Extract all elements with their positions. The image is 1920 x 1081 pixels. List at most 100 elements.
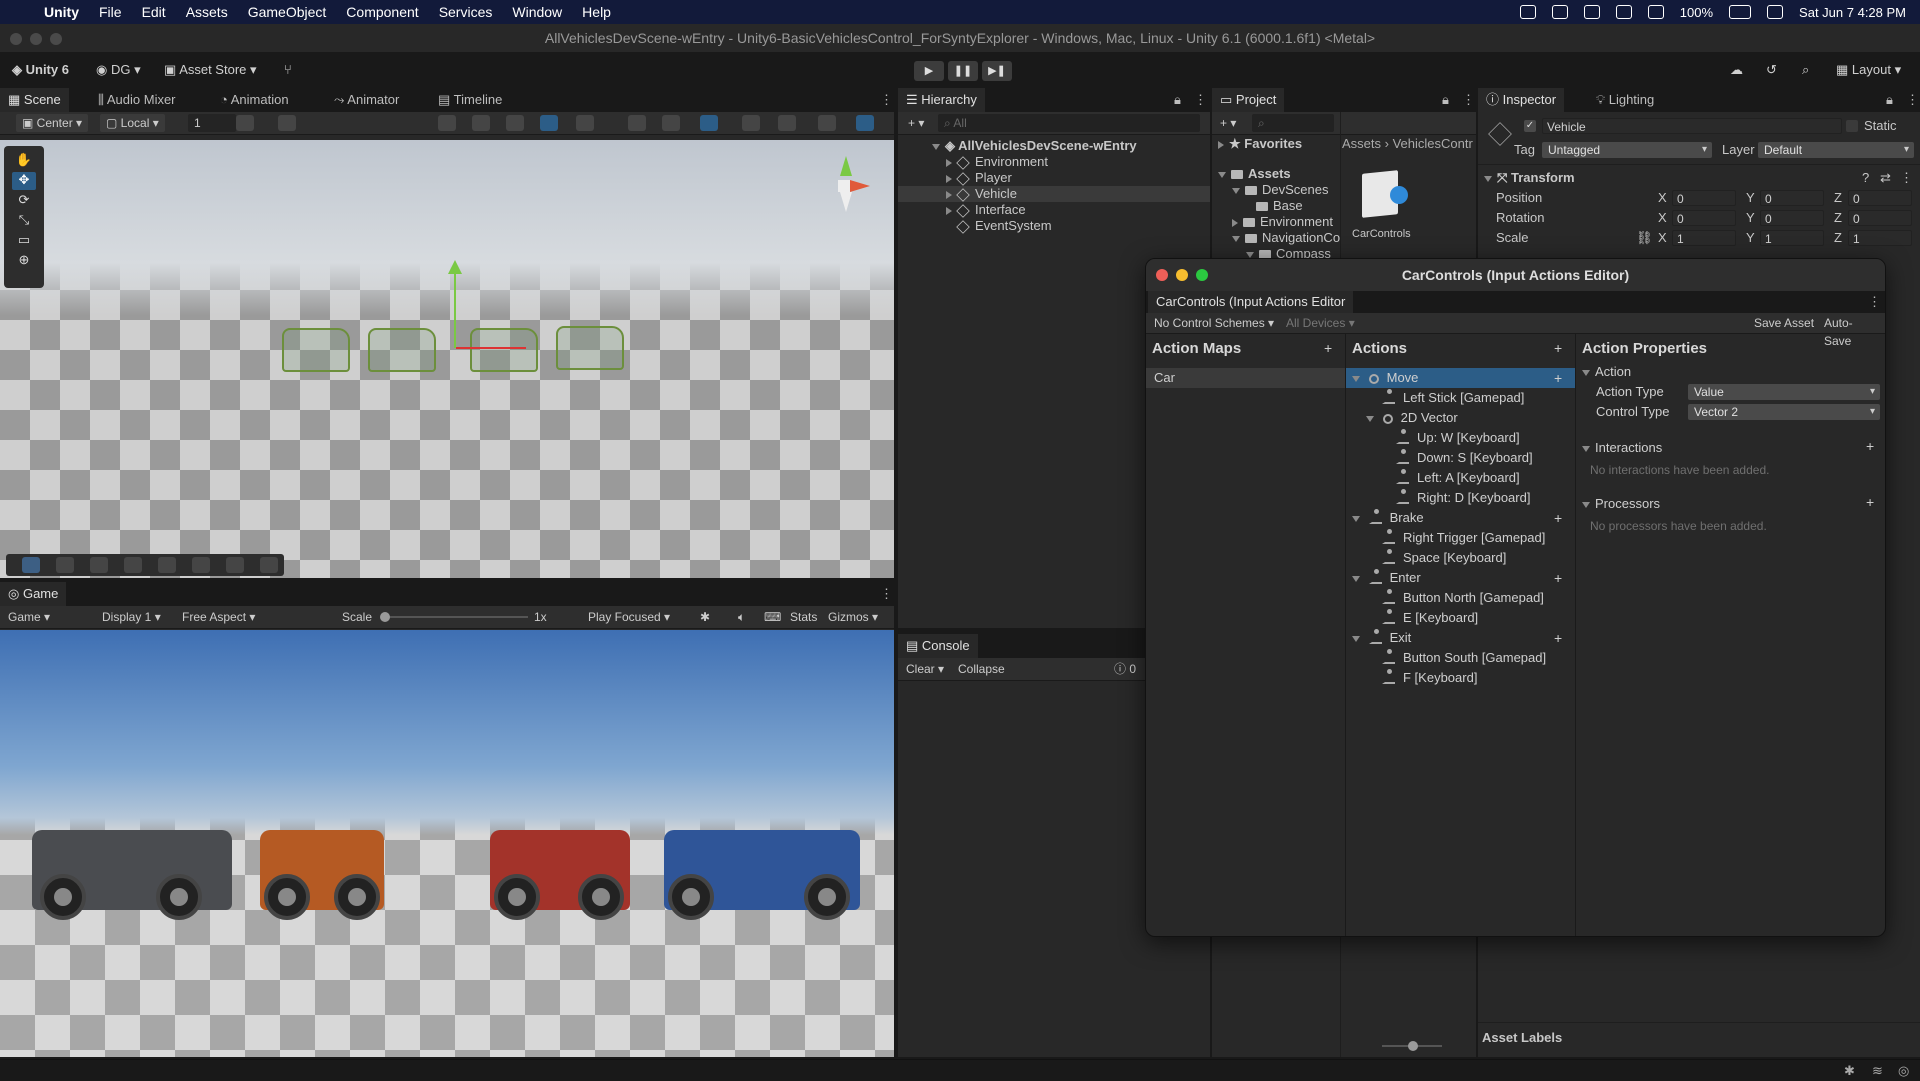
project-folder-environment[interactable]: Environment: [1232, 214, 1333, 230]
breadcrumb-vehiclescontrols[interactable]: VehiclesContr: [1393, 136, 1473, 151]
add-binding-button[interactable]: +: [1554, 368, 1562, 388]
scale-y-field[interactable]: 1: [1760, 230, 1824, 246]
tray-cloud-icon[interactable]: [1583, 5, 1600, 19]
account-dropdown[interactable]: ◉ DG ▾: [90, 59, 147, 81]
action-item[interactable]: Exit +: [1346, 628, 1575, 648]
action-section-header[interactable]: Action: [1582, 362, 1631, 382]
scene-car-1[interactable]: [282, 328, 350, 372]
binding-item[interactable]: Right Trigger [Gamepad]: [1346, 528, 1575, 548]
grid-snap-icon[interactable]: [236, 115, 254, 131]
orientation-gizmo[interactable]: [812, 150, 872, 220]
overlay-move-icon[interactable]: [22, 557, 40, 573]
draw-mode-icon[interactable]: [438, 115, 456, 131]
binding-item[interactable]: Button North [Gamepad]: [1346, 588, 1575, 608]
position-y-field[interactable]: 0: [1760, 190, 1824, 206]
tray-app-icon[interactable]: [1551, 5, 1568, 19]
action-type-dropdown[interactable]: Value: [1688, 384, 1880, 400]
aspect-dropdown[interactable]: Free Aspect ▾: [176, 608, 338, 626]
overlay-snap-icon[interactable]: [158, 557, 176, 573]
tab-hierarchy[interactable]: ☰ Hierarchy: [898, 88, 985, 112]
play-button[interactable]: ▶: [914, 61, 944, 81]
transform-header[interactable]: ⤧ Transform: [1484, 170, 1575, 186]
add-action-map-button[interactable]: +: [1324, 340, 1332, 356]
binding-item[interactable]: Down: S [Keyboard]: [1346, 448, 1575, 468]
scale-tool-icon[interactable]: ⤡: [12, 212, 36, 230]
active-checkbox[interactable]: ✓: [1524, 120, 1536, 132]
project-zoom-slider-thumb[interactable]: [1408, 1041, 1418, 1051]
transform-preset-icon[interactable]: ⇄: [1880, 170, 1891, 186]
iae-tab[interactable]: CarControls (Input Actions Editor: [1148, 291, 1354, 313]
composite-item[interactable]: 2D Vector: [1346, 408, 1575, 428]
history-icon[interactable]: ↺: [1760, 59, 1783, 81]
tray-wifi-icon[interactable]: [1615, 5, 1632, 19]
breadcrumb-assets[interactable]: Assets: [1342, 136, 1381, 151]
tab-animation[interactable]: ◔ Animation: [212, 88, 297, 112]
hierarchy-item-interface[interactable]: Interface: [946, 202, 1026, 218]
battery-icon[interactable]: [1729, 5, 1752, 19]
binding-item[interactable]: E [Keyboard]: [1346, 608, 1575, 628]
lighting-toggle-icon[interactable]: [576, 115, 594, 131]
action-item[interactable]: Enter +: [1346, 568, 1575, 588]
gizmos-dropdown[interactable]: Gizmos ▾: [822, 608, 884, 626]
shading-lit-icon[interactable]: [540, 115, 558, 131]
add-processor-button[interactable]: +: [1866, 494, 1874, 510]
expand-triangle-icon[interactable]: [1352, 635, 1360, 642]
add-binding-button[interactable]: +: [1554, 628, 1562, 648]
menu-component[interactable]: Component: [336, 4, 428, 20]
pivot-dropdown[interactable]: ▣ Center ▾: [16, 114, 89, 132]
window-minimize-button[interactable]: [30, 33, 42, 45]
tab-project[interactable]: ▭ Project: [1212, 88, 1285, 112]
tab-game[interactable]: ◎ Game: [0, 582, 67, 606]
tray-volume-icon[interactable]: [1647, 5, 1664, 19]
project-add-button[interactable]: + ▾: [1214, 114, 1242, 132]
space-dropdown[interactable]: ▢ Local ▾: [100, 114, 165, 132]
tab-timeline[interactable]: ▤ Timeline: [430, 88, 510, 112]
carcontrols-asset-icon[interactable]: [1354, 168, 1418, 218]
rotate-tool-icon[interactable]: ⟳: [12, 192, 36, 210]
stats-button[interactable]: Stats: [784, 608, 823, 626]
devices-dropdown[interactable]: All Devices ▾: [1280, 314, 1361, 332]
overlay-pan-icon[interactable]: [226, 557, 244, 573]
step-button[interactable]: ▶❚: [982, 61, 1012, 81]
inspector-menu-icon[interactable]: ⋮: [1898, 88, 1920, 112]
transform-menu-icon[interactable]: ⋮: [1900, 170, 1913, 186]
overlay-camera-icon[interactable]: [260, 557, 278, 573]
tag-dropdown[interactable]: Untagged: [1542, 142, 1712, 158]
hierarchy-scene-row[interactable]: ◈ AllVehiclesDevScene-wEntry: [932, 138, 1137, 154]
console-collapse-button[interactable]: Collapse: [952, 660, 1011, 678]
binding-item[interactable]: Left Stick [Gamepad]: [1346, 388, 1575, 408]
fx-toggle-icon[interactable]: [662, 115, 680, 131]
scale-slider[interactable]: [384, 616, 528, 618]
interactions-header[interactable]: Interactions: [1582, 438, 1662, 458]
tray-unity-icon[interactable]: [1519, 5, 1536, 19]
action-item[interactable]: Brake +: [1346, 508, 1575, 528]
move-tool-icon[interactable]: ✥: [12, 172, 36, 190]
menubar-clock[interactable]: Sat Jun 7 4:28 PM: [1799, 5, 1906, 20]
status-layers-icon[interactable]: ≋: [1872, 1063, 1883, 1079]
window-zoom-button[interactable]: [50, 33, 62, 45]
overlay-grid-icon[interactable]: [90, 557, 108, 573]
tab-console[interactable]: ▤ Console: [898, 634, 978, 658]
project-assets-root[interactable]: Assets: [1218, 166, 1291, 182]
scene-car-2[interactable]: [368, 328, 436, 372]
menu-app-unity[interactable]: Unity: [34, 4, 89, 20]
rotation-x-field[interactable]: 0: [1672, 210, 1736, 226]
iae-menu-icon[interactable]: ⋮: [1860, 291, 1885, 313]
shading-wire-icon[interactable]: [472, 115, 490, 131]
hierarchy-item-environment[interactable]: Environment: [946, 154, 1048, 170]
increment-snap-icon[interactable]: [278, 115, 296, 131]
menu-edit[interactable]: Edit: [132, 4, 176, 20]
add-binding-button[interactable]: +: [1554, 508, 1562, 528]
layer-dropdown[interactable]: Default: [1758, 142, 1914, 158]
overlay-align-icon[interactable]: [56, 557, 74, 573]
project-folder-devscenes[interactable]: DevScenes: [1232, 182, 1328, 198]
scale-link-icon[interactable]: ⛓: [1636, 230, 1653, 246]
carcontrols-asset-label[interactable]: CarControls: [1352, 226, 1411, 242]
action-map-car[interactable]: Car: [1146, 368, 1345, 388]
tab-scene[interactable]: ▦ Scene: [0, 88, 69, 112]
move-gizmo-x-axis[interactable]: [456, 347, 526, 349]
binding-item[interactable]: F [Keyboard]: [1346, 668, 1575, 688]
asset-labels-header[interactable]: Asset Labels: [1482, 1030, 1562, 1046]
move-gizmo-y-arrow[interactable]: [448, 260, 462, 274]
static-checkbox[interactable]: [1846, 120, 1858, 132]
